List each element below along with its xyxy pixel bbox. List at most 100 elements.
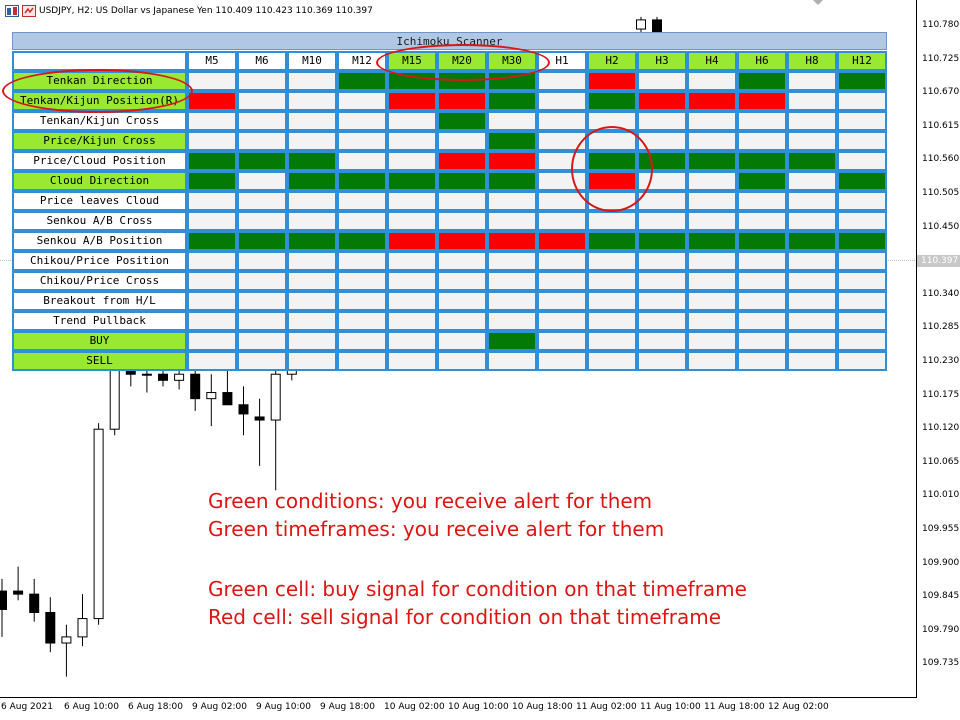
- buy-signal-cell[interactable]: [287, 171, 337, 191]
- empty-signal-cell[interactable]: [837, 151, 887, 171]
- empty-signal-cell[interactable]: [187, 211, 237, 231]
- empty-signal-cell[interactable]: [387, 331, 437, 351]
- empty-signal-cell[interactable]: [637, 71, 687, 91]
- empty-signal-cell[interactable]: [187, 131, 237, 151]
- buy-signal-cell[interactable]: [487, 71, 537, 91]
- empty-signal-cell[interactable]: [687, 171, 737, 191]
- condition-toggle[interactable]: Price/Cloud Position: [12, 151, 187, 171]
- empty-signal-cell[interactable]: [637, 291, 687, 311]
- empty-signal-cell[interactable]: [437, 251, 487, 271]
- empty-signal-cell[interactable]: [537, 251, 587, 271]
- empty-signal-cell[interactable]: [787, 251, 837, 271]
- timeframe-toggle-m6[interactable]: M6: [237, 51, 287, 71]
- empty-signal-cell[interactable]: [287, 131, 337, 151]
- empty-signal-cell[interactable]: [637, 331, 687, 351]
- empty-signal-cell[interactable]: [687, 331, 737, 351]
- empty-signal-cell[interactable]: [587, 251, 637, 271]
- empty-signal-cell[interactable]: [637, 111, 687, 131]
- empty-signal-cell[interactable]: [587, 131, 637, 151]
- sell-signal-cell[interactable]: [437, 231, 487, 251]
- buy-signal-cell[interactable]: [337, 231, 387, 251]
- empty-signal-cell[interactable]: [337, 91, 387, 111]
- empty-signal-cell[interactable]: [237, 171, 287, 191]
- sell-signal-cell[interactable]: [387, 231, 437, 251]
- sell-signal-cell[interactable]: [437, 151, 487, 171]
- empty-signal-cell[interactable]: [537, 311, 587, 331]
- buy-signal-cell[interactable]: [237, 151, 287, 171]
- empty-signal-cell[interactable]: [287, 251, 337, 271]
- empty-signal-cell[interactable]: [337, 191, 387, 211]
- buy-signal-cell[interactable]: [637, 151, 687, 171]
- empty-signal-cell[interactable]: [687, 211, 737, 231]
- empty-signal-cell[interactable]: [737, 291, 787, 311]
- empty-signal-cell[interactable]: [737, 331, 787, 351]
- empty-signal-cell[interactable]: [337, 331, 387, 351]
- empty-signal-cell[interactable]: [787, 331, 837, 351]
- timeframe-toggle-h3[interactable]: H3: [637, 51, 687, 71]
- empty-signal-cell[interactable]: [587, 191, 637, 211]
- condition-toggle[interactable]: Tenkan/Kijun Cross: [12, 111, 187, 131]
- buy-signal-cell[interactable]: [487, 131, 537, 151]
- empty-signal-cell[interactable]: [537, 271, 587, 291]
- empty-signal-cell[interactable]: [337, 291, 387, 311]
- empty-signal-cell[interactable]: [537, 191, 587, 211]
- buy-signal-cell[interactable]: [687, 151, 737, 171]
- empty-signal-cell[interactable]: [437, 291, 487, 311]
- empty-signal-cell[interactable]: [337, 211, 387, 231]
- empty-signal-cell[interactable]: [487, 291, 537, 311]
- buy-signal-cell[interactable]: [337, 71, 387, 91]
- empty-signal-cell[interactable]: [837, 311, 887, 331]
- empty-signal-cell[interactable]: [687, 71, 737, 91]
- buy-signal-cell[interactable]: [837, 71, 887, 91]
- empty-signal-cell[interactable]: [187, 311, 237, 331]
- condition-toggle[interactable]: SELL: [12, 351, 187, 371]
- empty-signal-cell[interactable]: [337, 251, 387, 271]
- buy-signal-cell[interactable]: [337, 171, 387, 191]
- empty-signal-cell[interactable]: [787, 111, 837, 131]
- timeframe-toggle-m12[interactable]: M12: [337, 51, 387, 71]
- empty-signal-cell[interactable]: [237, 71, 287, 91]
- empty-signal-cell[interactable]: [437, 131, 487, 151]
- empty-signal-cell[interactable]: [337, 111, 387, 131]
- empty-signal-cell[interactable]: [787, 271, 837, 291]
- empty-signal-cell[interactable]: [587, 271, 637, 291]
- timeframe-toggle-m5[interactable]: M5: [187, 51, 237, 71]
- empty-signal-cell[interactable]: [387, 311, 437, 331]
- empty-signal-cell[interactable]: [287, 291, 337, 311]
- buy-signal-cell[interactable]: [437, 171, 487, 191]
- condition-toggle[interactable]: Trend Pullback: [12, 311, 187, 331]
- empty-signal-cell[interactable]: [737, 211, 787, 231]
- empty-signal-cell[interactable]: [737, 271, 787, 291]
- buy-signal-cell[interactable]: [787, 231, 837, 251]
- empty-signal-cell[interactable]: [437, 191, 487, 211]
- buy-signal-cell[interactable]: [737, 171, 787, 191]
- empty-signal-cell[interactable]: [537, 351, 587, 371]
- condition-toggle[interactable]: Senkou A/B Position: [12, 231, 187, 251]
- timeframe-toggle-h2[interactable]: H2: [587, 51, 637, 71]
- buy-signal-cell[interactable]: [437, 111, 487, 131]
- empty-signal-cell[interactable]: [237, 191, 287, 211]
- empty-signal-cell[interactable]: [237, 111, 287, 131]
- buy-signal-cell[interactable]: [287, 151, 337, 171]
- empty-signal-cell[interactable]: [837, 111, 887, 131]
- empty-signal-cell[interactable]: [287, 71, 337, 91]
- empty-signal-cell[interactable]: [487, 351, 537, 371]
- empty-signal-cell[interactable]: [737, 351, 787, 371]
- empty-signal-cell[interactable]: [487, 111, 537, 131]
- empty-signal-cell[interactable]: [787, 211, 837, 231]
- empty-signal-cell[interactable]: [637, 211, 687, 231]
- empty-signal-cell[interactable]: [337, 131, 387, 151]
- empty-signal-cell[interactable]: [737, 131, 787, 151]
- empty-signal-cell[interactable]: [187, 111, 237, 131]
- empty-signal-cell[interactable]: [787, 71, 837, 91]
- sell-signal-cell[interactable]: [637, 91, 687, 111]
- condition-toggle[interactable]: Chikou/Price Cross: [12, 271, 187, 291]
- empty-signal-cell[interactable]: [837, 291, 887, 311]
- empty-signal-cell[interactable]: [337, 271, 387, 291]
- empty-signal-cell[interactable]: [787, 291, 837, 311]
- condition-toggle[interactable]: BUY: [12, 331, 187, 351]
- scanner-title[interactable]: Ichimoku Scanner: [12, 32, 887, 50]
- sell-signal-cell[interactable]: [687, 91, 737, 111]
- buy-signal-cell[interactable]: [437, 71, 487, 91]
- condition-toggle[interactable]: Breakout from H/L: [12, 291, 187, 311]
